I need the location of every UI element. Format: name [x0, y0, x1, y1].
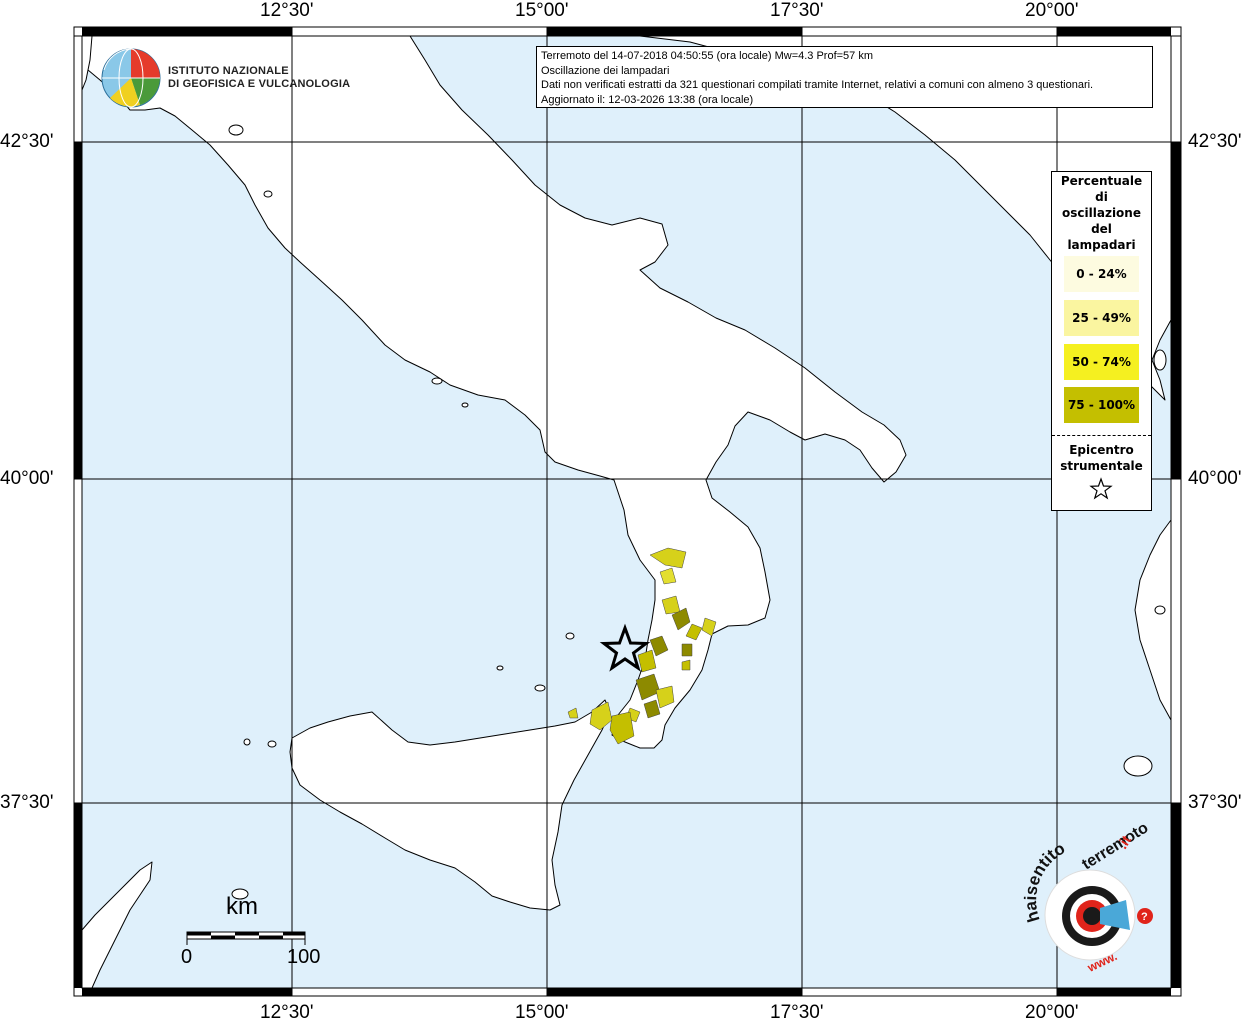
island — [228, 124, 244, 136]
legend-title-line: Percentuale — [1060, 174, 1143, 188]
event-info-box: Terremoto del 14-07-2018 04:50:55 (ora l… — [536, 46, 1153, 108]
institute-name-line1: ISTITUTO NAZIONALE — [168, 65, 289, 77]
lat-label-right: 37°30' — [1188, 792, 1242, 813]
island — [461, 402, 469, 408]
lat-label-left: 37°30' — [0, 792, 54, 813]
lon-label-top: 15°00' — [515, 0, 569, 21]
event-line: Terremoto del 14-07-2018 04:50:55 (ora l… — [541, 50, 874, 62]
legend-swatch: 75 - 100% — [1064, 387, 1139, 423]
island — [1123, 755, 1153, 777]
epicenter-legend-line: strumentale — [1060, 459, 1143, 473]
island — [431, 377, 443, 385]
lon-label-top: 20°00' — [1025, 0, 1079, 21]
legend-title-line: oscillazione — [1062, 206, 1141, 220]
lon-label-bottom: 12°30' — [260, 1002, 314, 1023]
legend-swatch: 25 - 49% — [1064, 300, 1139, 336]
epicenter-legend-line: Epicentro — [1069, 443, 1134, 457]
epicenter-legend-title: Epicentro strumentale — [1052, 442, 1151, 474]
island — [1153, 349, 1167, 371]
island — [267, 740, 277, 748]
lon-label-bottom: 17°30' — [770, 1002, 824, 1023]
island — [565, 632, 575, 640]
lon-label-bottom: 20°00' — [1025, 1002, 1079, 1023]
lon-label-top: 17°30' — [770, 0, 824, 21]
legend-separator — [1052, 435, 1151, 436]
legend-title: Percentuale di oscillazione del lampadar… — [1052, 172, 1151, 253]
map-canvas: ? haisentito terremoto .it www. — [73, 26, 1182, 997]
legend-swatch: 50 - 74% — [1064, 344, 1139, 380]
scale-end: 100 — [287, 946, 321, 968]
felt-area — [681, 659, 691, 671]
lon-label-top: 12°30' — [260, 0, 314, 21]
data-note-line: Dati non verificati estratti da 321 ques… — [541, 79, 1094, 91]
ingv-globe-icon — [101, 48, 161, 108]
legend-title-line: di — [1095, 190, 1108, 204]
island — [534, 684, 546, 692]
star-icon — [1089, 477, 1113, 500]
lon-label-bottom: 15°00' — [515, 1002, 569, 1023]
island — [263, 190, 273, 198]
felt-area — [681, 643, 693, 657]
legend-title-line: del — [1091, 222, 1112, 236]
legend-title-line: lampadari — [1067, 238, 1136, 252]
island — [496, 665, 504, 671]
institute-name: ISTITUTO NAZIONALE DI GEOFISICA E VULCAN… — [168, 65, 350, 91]
updated-line: Aggiornato il: 12-03-2026 13:38 (ora loc… — [541, 93, 754, 106]
legend: Percentuale di oscillazione del lampadar… — [1051, 171, 1152, 511]
institute-name-line2: DI GEOFISICA E VULCANOLOGIA — [168, 78, 351, 90]
lat-label-right: 40°00' — [1188, 468, 1242, 489]
lat-label-left: 42°30' — [0, 131, 54, 152]
scale-start: 0 — [181, 946, 193, 968]
lat-label-left: 40°00' — [0, 468, 54, 489]
island — [243, 738, 251, 746]
island — [1154, 605, 1166, 615]
svg-text:?: ? — [1141, 911, 1148, 923]
lat-label-right: 42°30' — [1188, 131, 1242, 152]
legend-swatch: 0 - 24% — [1064, 256, 1139, 292]
map-type-line: Oscillazione dei lampadari — [541, 64, 670, 77]
scale-unit: km — [226, 893, 258, 920]
